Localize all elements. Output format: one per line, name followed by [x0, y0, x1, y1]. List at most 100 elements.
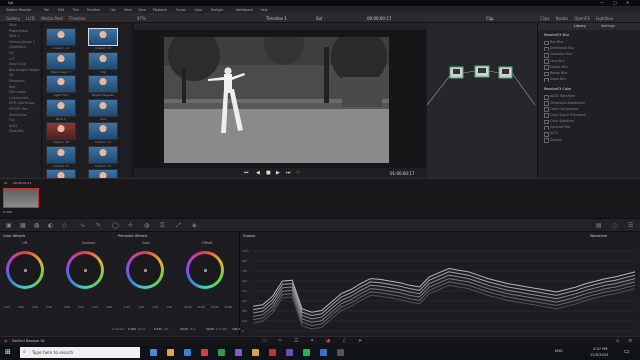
still-thumbnail[interactable]: [88, 145, 118, 164]
wheel-center-handle[interactable]: [83, 268, 87, 272]
close-button[interactable]: ✕: [626, 0, 629, 5]
play-reverse-button[interactable]: ◀: [256, 170, 260, 176]
wheel-value[interactable]: 0.00: [92, 306, 98, 309]
clock-date[interactable]: 12/5/2019: [590, 353, 608, 357]
footer-value[interactable]: 1.000: [128, 327, 136, 331]
library-item[interactable]: Zoom Blur: [538, 76, 640, 83]
jump-end-button[interactable]: ⏭: [286, 170, 291, 176]
still-thumbnail[interactable]: [88, 28, 118, 46]
key-icon[interactable]: ⚿: [160, 222, 165, 230]
maximize-button[interactable]: ▢: [613, 0, 617, 5]
camera-raw-icon[interactable]: ▣: [6, 222, 12, 229]
windows-start-icon[interactable]: ⊞: [5, 348, 11, 356]
menu-item[interactable]: Timeline: [87, 8, 101, 12]
home-icon[interactable]: ⌂: [616, 338, 619, 344]
toolbar-item[interactable]: Gallery: [6, 16, 20, 21]
still-item[interactable]: Custom 15: [88, 145, 118, 169]
menu-item[interactable]: Edit: [58, 8, 64, 12]
still-item[interactable]: Custom 11: [88, 122, 118, 145]
play-button[interactable]: ▶: [276, 170, 280, 176]
clip-thumbnail[interactable]: [3, 188, 39, 208]
color-wheels-icon[interactable]: ◎: [34, 222, 39, 229]
menu-item[interactable]: Fairlight: [211, 8, 224, 12]
curves-icon[interactable]: ∿: [80, 222, 85, 229]
menu-item[interactable]: File: [44, 8, 49, 12]
scopes-icon[interactable]: ▤: [596, 222, 602, 229]
clock-time[interactable]: 2:57 PM: [593, 347, 607, 351]
still-item[interactable]: Custom 11: [46, 28, 76, 51]
still-item[interactable]: Cool: [88, 98, 118, 122]
wheel-value[interactable]: 0.00: [78, 306, 84, 309]
tracker-icon[interactable]: ✛: [128, 222, 133, 229]
wheel-value[interactable]: 0.00: [18, 306, 24, 309]
still-thumbnail[interactable]: [46, 28, 76, 46]
motion-effects-icon[interactable]: ◇: [62, 222, 67, 229]
clip-mode-selector[interactable]: Clip: [486, 16, 494, 21]
color-wheel[interactable]: [66, 251, 104, 289]
media-page-icon[interactable]: ▭: [262, 338, 267, 344]
notifications-icon[interactable]: ▭: [624, 348, 630, 355]
color-match-icon[interactable]: ▦: [20, 222, 26, 229]
menu-item[interactable]: Mark: [124, 8, 132, 12]
menu-item[interactable]: Workspace: [236, 8, 253, 12]
blur-icon[interactable]: ◍: [144, 222, 149, 229]
menu-item[interactable]: DaVinci Resolve: [6, 8, 31, 12]
taskbar-app-icon[interactable]: [235, 349, 242, 356]
taskbar-app-icon[interactable]: [218, 349, 225, 356]
3d-icon[interactable]: ◈: [192, 222, 197, 229]
wheel-value[interactable]: 0.00: [106, 306, 112, 309]
scopes-mode[interactable]: Waveform: [590, 234, 607, 238]
wheel-center-handle[interactable]: [203, 268, 207, 272]
menu-item[interactable]: View: [138, 8, 146, 12]
wheel-value[interactable]: 25.00: [225, 306, 232, 309]
still-item[interactable]: Blackmagic 7: [46, 51, 76, 75]
footer-value[interactable]: 50.00: [180, 327, 188, 331]
menu-item[interactable]: Help: [260, 8, 267, 12]
menu-item[interactable]: Clip: [110, 8, 116, 12]
rgb-mixer-icon[interactable]: ◐: [48, 222, 53, 229]
sizing-icon[interactable]: ⤢: [176, 222, 181, 230]
taskbar-app-icon[interactable]: [269, 349, 276, 356]
wheel-value[interactable]: 25.00: [184, 306, 191, 309]
still-item[interactable]: Custom 21: [46, 145, 76, 169]
cut-page-icon[interactable]: ✂: [278, 338, 282, 344]
taskbar-search-box[interactable]: ⌕ Type here to search: [20, 347, 140, 358]
toolbar-item[interactable]: Clips: [540, 16, 550, 21]
timeline-selector[interactable]: Timeline 1: [266, 16, 287, 21]
still-thumbnail[interactable]: [88, 98, 118, 117]
fairlight-page-icon[interactable]: ♫: [342, 338, 346, 344]
still-item[interactable]: Blue 2: [46, 98, 76, 122]
toolbar-item[interactable]: Lightbox: [596, 16, 613, 21]
wheel-value[interactable]: 0.00: [64, 306, 70, 309]
still-thumbnail[interactable]: [46, 122, 76, 140]
edit-page-icon[interactable]: ☰: [294, 338, 298, 344]
taskbar-app-icon[interactable]: [150, 349, 157, 356]
still-thumbnail[interactable]: [88, 75, 118, 93]
tab-settings[interactable]: Settings: [601, 24, 615, 28]
still-thumbnail[interactable]: [46, 75, 76, 93]
wheel-value[interactable]: 1.00: [166, 306, 172, 309]
color-wheel[interactable]: [126, 251, 164, 289]
still-item[interactable]: Clip: [88, 51, 118, 75]
still-thumbnail[interactable]: [88, 51, 118, 70]
still-thumbnail[interactable]: [46, 145, 76, 164]
wheel-value[interactable]: 1.00: [138, 306, 144, 309]
wheel-center-handle[interactable]: [143, 268, 147, 272]
toolbar-item[interactable]: Media Pool: [41, 16, 63, 21]
wheel-value[interactable]: 1.00: [152, 306, 158, 309]
library-item[interactable]: Dehaze: [538, 137, 640, 143]
still-item[interactable]: Aged Film: [46, 75, 76, 98]
minimize-button[interactable]: —: [600, 0, 604, 5]
color-page-icon[interactable]: ◕: [326, 338, 330, 344]
color-wheel[interactable]: [186, 251, 224, 289]
taskbar-app-icon[interactable]: [286, 349, 293, 356]
info-icon[interactable]: ⓘ: [612, 222, 618, 231]
footer-value[interactable]: 0.435: [154, 327, 162, 331]
taskbar-app-icon[interactable]: [337, 349, 344, 356]
wheel-value[interactable]: 25.00: [198, 306, 205, 309]
wheel-value[interactable]: 25.00: [211, 306, 218, 309]
footer-value[interactable]: 50.00: [206, 327, 214, 331]
wheel-value[interactable]: 0.00: [32, 306, 38, 309]
tab-library[interactable]: Library: [574, 24, 586, 28]
still-item[interactable]: Bleach Bypass: [88, 75, 118, 98]
